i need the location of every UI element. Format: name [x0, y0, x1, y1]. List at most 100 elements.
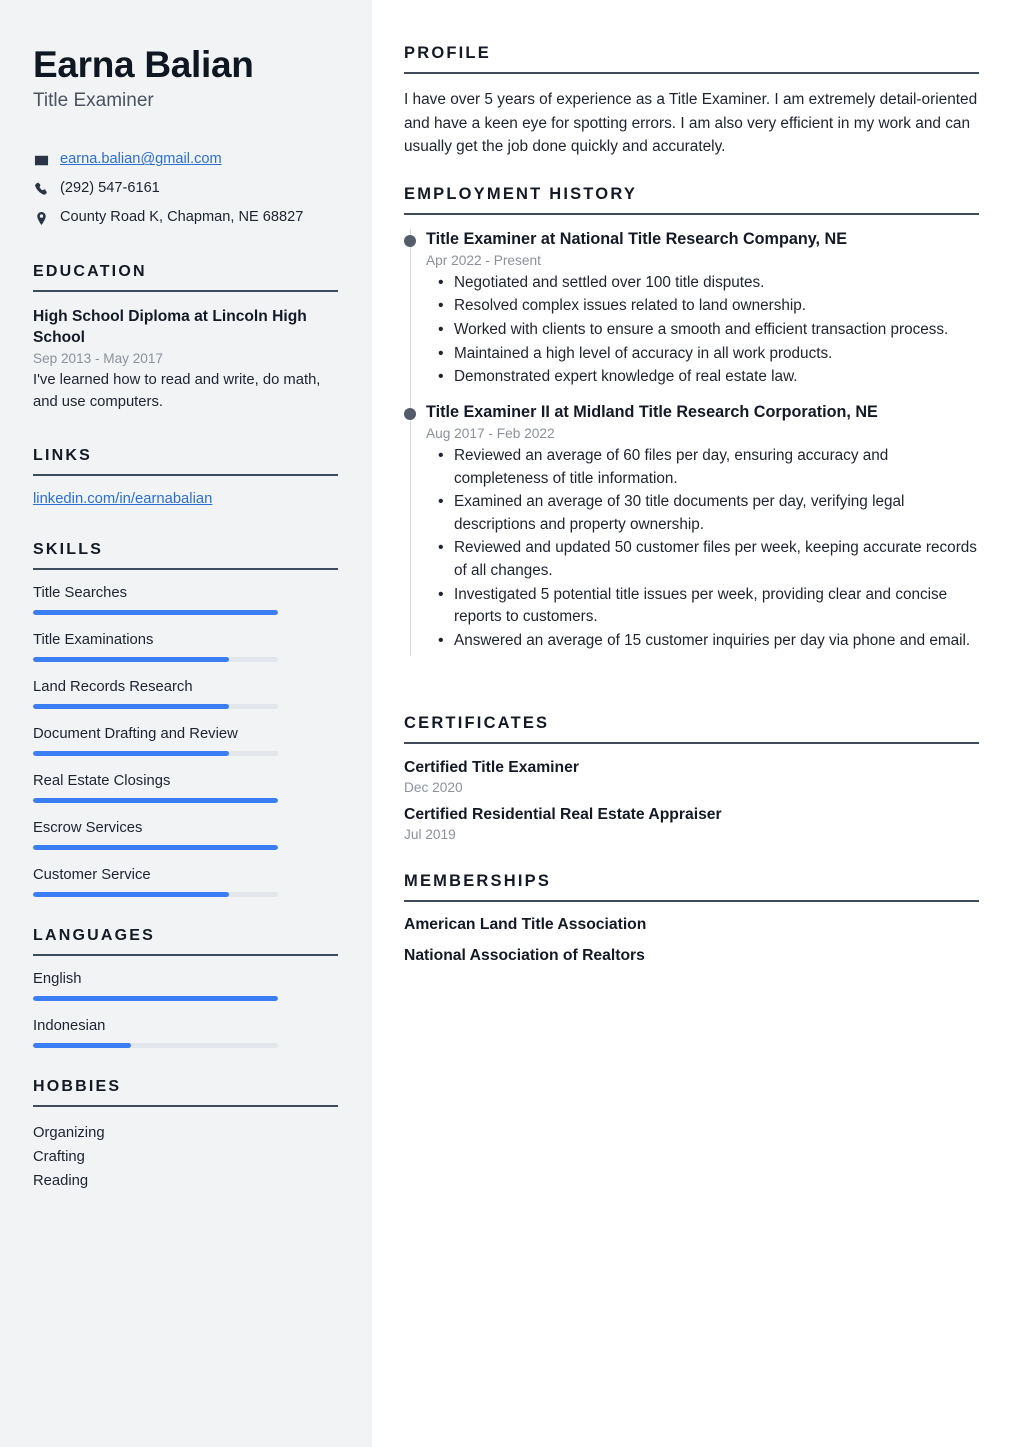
memberships-list: American Land Title Association National …	[404, 916, 979, 965]
memberships-heading: MEMBERSHIPS	[404, 872, 552, 891]
skill-label: Escrow Services	[33, 820, 143, 837]
education-item: High School Diploma at Lincoln High Scho…	[33, 307, 338, 413]
certificate-item: Certified Residential Real Estate Apprai…	[404, 805, 979, 842]
language-item: English	[33, 971, 338, 1002]
employment-bullet: Resolved complex issues related to land …	[426, 294, 979, 318]
section-certificates: CERTIFICATES Certified Title Examiner Dec…	[404, 714, 979, 842]
link-item-linkedin[interactable]: linkedin.com/in/earnabalian	[33, 491, 338, 507]
hobby-item: Organizing	[33, 1125, 105, 1142]
languages-list: English Indonesian	[33, 971, 338, 1049]
skill-level-fill	[33, 892, 229, 898]
candidate-name: Earna Balian	[33, 44, 254, 85]
hobbies-list: Organizing Crafting Reading	[33, 1122, 338, 1194]
sidebar: Earna Balian Title Examiner earna.balian…	[0, 0, 372, 1447]
hobbies-heading: HOBBIES	[33, 1078, 122, 1096]
section-education: EDUCATION High School Diploma at Lincoln…	[33, 263, 338, 413]
skill-label: Land Records Research	[33, 679, 193, 696]
contact-phone-row: (292) 547-6161	[33, 178, 338, 200]
skill-item: Title Searches	[33, 585, 338, 616]
skill-label: Customer Service	[33, 867, 151, 884]
profile-rule	[404, 72, 979, 74]
certificate-date: Dec 2020	[404, 779, 463, 795]
education-date: Sep 2013 - May 2017	[33, 351, 163, 367]
skills-heading: SKILLS	[33, 541, 104, 559]
employment-entry: Title Examiner II at Midland Title Resea…	[404, 401, 979, 666]
employment-bullet: Investigated 5 potential title issues pe…	[426, 583, 979, 629]
employment-date: Apr 2022 - Present	[426, 252, 541, 268]
profile-text: I have over 5 years of experience as a T…	[404, 91, 978, 156]
employment-bullet: Examined an average of 30 title document…	[426, 490, 979, 536]
section-profile: PROFILE I have over 5 years of experienc…	[404, 44, 979, 159]
skill-level-track	[33, 657, 278, 663]
skill-level-track	[33, 751, 278, 757]
profile-heading: PROFILE	[404, 44, 491, 62]
certificates-rule	[404, 741, 979, 744]
address-value: County Road K, Chapman, NE 68827	[60, 209, 304, 226]
skill-level-track	[33, 845, 278, 851]
membership-item: National Association of Realtors	[404, 947, 645, 965]
certificate-title: Certified Residential Real Estate Apprai…	[404, 805, 722, 823]
certificate-item: Certified Title Examiner Dec 2020	[404, 758, 979, 795]
skills-rule	[33, 568, 338, 571]
employment-title: Title Examiner II at Midland Title Resea…	[426, 402, 878, 421]
language-label: English	[33, 971, 82, 988]
language-level-fill	[33, 996, 278, 1002]
phone-icon	[33, 182, 49, 197]
language-level-fill	[33, 1043, 131, 1049]
timeline-dot-icon	[404, 234, 416, 247]
section-links: LINKS linkedin.com/in/earnabalian	[33, 447, 338, 507]
skill-label: Title Searches	[33, 585, 128, 602]
section-skills: SKILLS Title Searches Title Examinations L…	[33, 541, 338, 898]
employment-bullet: Answered an average of 15 customer inqui…	[426, 629, 979, 653]
employment-rule	[404, 212, 979, 215]
contact-block: earna.balian@gmail.com (292) 547-6161 Co…	[33, 149, 338, 229]
skill-item: Customer Service	[33, 867, 338, 898]
skill-item: Land Records Research	[33, 679, 338, 710]
skill-level-track	[33, 892, 278, 898]
skill-level-fill	[33, 610, 278, 616]
employment-timeline: Title Examiner at National Title Researc…	[404, 228, 979, 666]
contact-email-row[interactable]: earna.balian@gmail.com	[33, 149, 338, 171]
language-item: Indonesian	[33, 1018, 338, 1049]
skill-label: Real Estate Closings	[33, 773, 171, 790]
employment-date: Aug 2017 - Feb 2022	[426, 425, 555, 441]
employment-bullets: Reviewed an average of 60 files per day,…	[426, 444, 979, 653]
skill-level-fill	[33, 657, 229, 663]
candidate-job-title: Title Examiner	[33, 90, 154, 112]
skill-label: Document Drafting and Review	[33, 726, 238, 743]
education-title: High School Diploma at Lincoln High Scho…	[33, 308, 307, 346]
skill-level-fill	[33, 751, 229, 757]
hobby-item: Reading	[33, 1173, 89, 1190]
employment-bullet: Reviewed and updated 50 customer files p…	[426, 536, 979, 582]
employment-bullet: Worked with clients to ensure a smooth a…	[426, 318, 979, 342]
employment-entry: Title Examiner at National Title Researc…	[404, 228, 979, 403]
education-description: I've learned how to read and write, do m…	[33, 372, 321, 410]
language-level-track	[33, 1043, 278, 1049]
language-label: Indonesian	[33, 1018, 106, 1035]
languages-rule	[33, 954, 338, 957]
section-languages: LANGUAGES English Indonesian	[33, 927, 338, 1049]
education-rule	[33, 290, 338, 293]
hobbies-rule	[33, 1105, 338, 1108]
envelope-icon	[33, 153, 49, 168]
memberships-rule	[404, 900, 979, 903]
skill-level-track	[33, 798, 278, 804]
languages-heading: LANGUAGES	[33, 927, 156, 945]
employment-title: Title Examiner at National Title Researc…	[426, 229, 848, 248]
contact-address-row: County Road K, Chapman, NE 68827	[33, 207, 338, 229]
skills-list: Title Searches Title Examinations Land Rec…	[33, 585, 338, 898]
hobby-item: Crafting	[33, 1149, 85, 1166]
employment-bullet: Demonstrated expert knowledge of real es…	[426, 365, 979, 389]
main-column: PROFILE I have over 5 years of experienc…	[372, 0, 1024, 1447]
phone-value: (292) 547-6161	[60, 180, 160, 197]
skill-item: Title Examinations	[33, 632, 338, 663]
timeline-dot-icon	[404, 407, 416, 420]
section-hobbies: HOBBIES Organizing Crafting Reading	[33, 1078, 338, 1194]
certificate-title: Certified Title Examiner	[404, 758, 579, 776]
skill-level-fill	[33, 845, 278, 851]
email-link[interactable]: earna.balian@gmail.com	[60, 149, 222, 171]
language-level-track	[33, 996, 278, 1002]
section-employment: EMPLOYMENT HISTORY Title Examiner at Nat…	[404, 185, 979, 666]
skill-level-fill	[33, 798, 278, 804]
skill-level-track	[33, 704, 278, 710]
